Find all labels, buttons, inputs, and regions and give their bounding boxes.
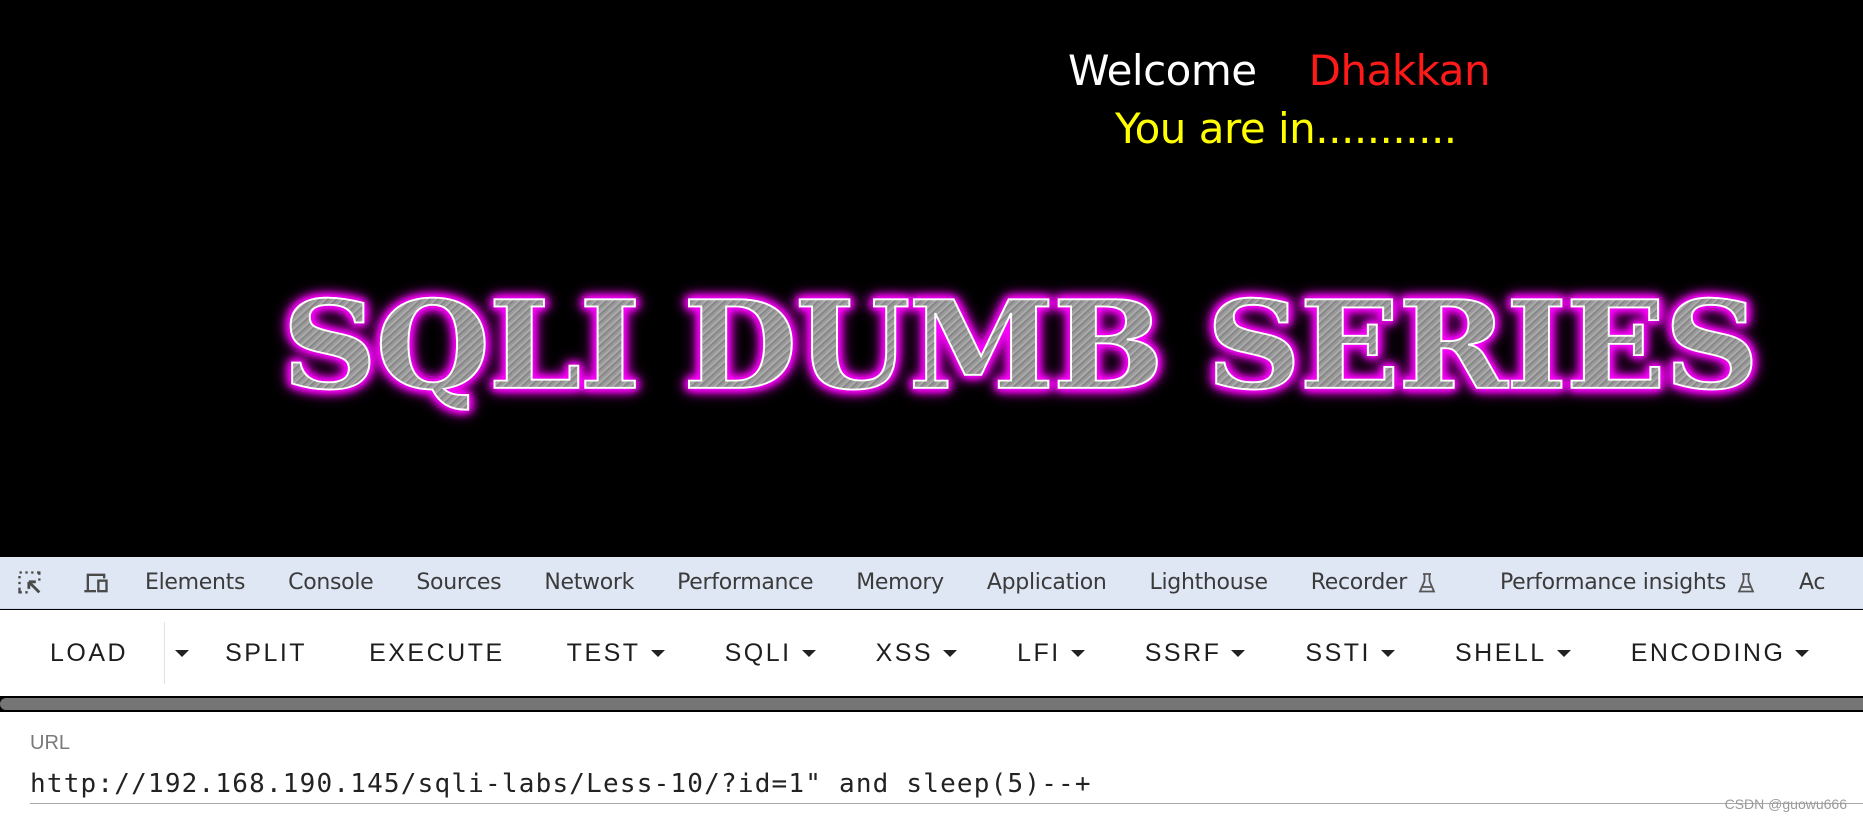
tab-recorder[interactable]: Recorder — [1311, 570, 1437, 595]
button-label: SPLIT — [225, 638, 308, 667]
tab-label: Ac — [1799, 570, 1826, 595]
caret-down-icon — [1380, 649, 1395, 657]
hackbar-toolbar: LOAD SPLIT EXECUTE TEST SQLI XSS LFI SSR… — [0, 610, 1863, 696]
toolbar-horizontal-scrollbar[interactable] — [0, 698, 1863, 710]
tab-console[interactable]: Console — [288, 570, 374, 595]
welcome-text: Welcome — [1068, 46, 1257, 95]
tab-lighthouse[interactable]: Lighthouse — [1149, 570, 1269, 595]
experimental-flask-icon — [1737, 572, 1755, 592]
tab-label: Application — [986, 570, 1107, 595]
button-label: LFI — [1017, 638, 1061, 667]
url-panel: URL CSDN @guowu666 — [0, 712, 1863, 822]
button-label: TEST — [566, 638, 641, 667]
button-label: SSRF — [1144, 638, 1222, 667]
button-label: ENCODING — [1630, 638, 1786, 667]
tab-label: Performance insights — [1499, 570, 1727, 595]
watermark-text: CSDN @guowu666 — [1724, 796, 1847, 812]
lfi-dropdown[interactable]: LFI — [1017, 639, 1085, 668]
button-label: LOAD — [50, 638, 129, 667]
xss-dropdown[interactable]: XSS — [876, 639, 958, 668]
tab-performance-insights[interactable]: Performance insights — [1500, 570, 1756, 595]
encoding-dropdown[interactable]: ENCODING — [1631, 639, 1810, 668]
tab-label: Sources — [416, 570, 502, 595]
shell-dropdown[interactable]: SHELL — [1455, 639, 1571, 668]
tab-elements[interactable]: Elements — [145, 570, 245, 595]
login-status-text: You are in........... — [1115, 104, 1457, 153]
tab-memory[interactable]: Memory — [856, 570, 944, 595]
inspect-element-icon[interactable] — [16, 568, 44, 598]
split-button[interactable]: SPLIT — [225, 639, 307, 668]
page-viewport: Welcome Dhakkan You are in........... SQL… — [0, 0, 1863, 557]
tab-label: Recorder — [1310, 570, 1408, 595]
caret-down-icon — [1231, 649, 1246, 657]
device-toolbar-icon[interactable] — [82, 568, 110, 598]
caret-down-icon — [175, 649, 190, 657]
devtools-tab-bar: Elements Console Sources Network Perform… — [0, 557, 1863, 609]
load-options-dropdown[interactable] — [175, 649, 190, 657]
url-input[interactable] — [30, 764, 1863, 804]
tab-sources[interactable]: Sources — [416, 570, 501, 595]
tab-label: Performance — [677, 570, 814, 595]
tab-label: Network — [544, 570, 635, 595]
caret-down-icon — [801, 649, 816, 657]
caret-down-icon — [1556, 649, 1571, 657]
button-label: XSS — [875, 638, 934, 667]
sqli-dumb-series-logo: SQLI DUMB SERIES — [281, 274, 1760, 418]
sqli-dropdown[interactable]: SQLI — [725, 639, 816, 668]
ssrf-dropdown[interactable]: SSRF — [1145, 639, 1246, 668]
execute-button[interactable]: EXECUTE — [369, 639, 505, 668]
caret-down-icon — [650, 649, 665, 657]
caret-down-icon — [1795, 649, 1810, 657]
button-label: SHELL — [1454, 638, 1547, 667]
load-button[interactable]: LOAD — [50, 639, 128, 668]
url-field-label: URL — [30, 732, 71, 754]
test-dropdown[interactable]: TEST — [567, 639, 665, 668]
tab-network[interactable]: Network — [544, 570, 634, 595]
tab-label: Console — [288, 570, 374, 595]
button-label: EXECUTE — [369, 638, 505, 667]
tab-label: Lighthouse — [1149, 570, 1269, 595]
ssti-dropdown[interactable]: SSTI — [1305, 639, 1395, 668]
tab-label: Memory — [856, 570, 944, 595]
user-name: Dhakkan — [1308, 46, 1491, 95]
button-label: SQLI — [724, 638, 792, 667]
caret-down-icon — [943, 649, 958, 657]
experimental-flask-icon — [1418, 572, 1436, 592]
tab-application[interactable]: Application — [987, 570, 1107, 595]
button-label: SSTI — [1305, 638, 1371, 667]
welcome-line: Welcome Dhakkan — [1068, 46, 1491, 96]
load-split-divider — [164, 622, 166, 684]
tab-performance[interactable]: Performance — [677, 570, 813, 595]
tab-overflow-truncated[interactable]: Ac — [1799, 570, 1825, 595]
caret-down-icon — [1070, 649, 1085, 657]
tab-label: Elements — [145, 570, 246, 595]
